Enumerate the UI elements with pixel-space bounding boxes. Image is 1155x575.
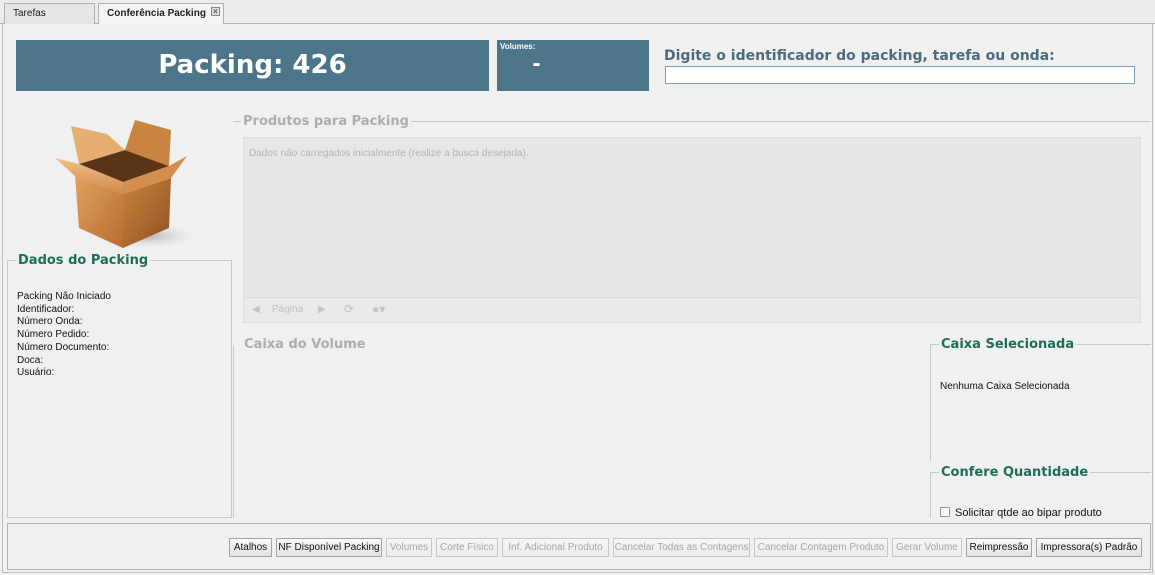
produtos-legend: Produtos para Packing bbox=[243, 114, 409, 129]
solicitar-qtde-checkbox[interactable] bbox=[940, 507, 950, 517]
cancelar-contagem-produto-button[interactable]: Cancelar Contagem Produto bbox=[754, 538, 888, 557]
nf-disponivel-packing-button[interactable]: NF Disponível Packing bbox=[276, 538, 382, 557]
caixa-selecionada-text: Nenhuma Caixa Selecionada bbox=[940, 381, 1070, 392]
grid-pager: ◀ Página ▶ ⟳ ●▾ bbox=[244, 297, 1140, 322]
tab-tarefas-principais[interactable]: Tarefas Principais bbox=[4, 3, 95, 38]
dados-status: Packing Não Iniciado bbox=[17, 291, 111, 302]
atalhos-button[interactable]: Atalhos bbox=[229, 538, 272, 557]
dados-numero-pedido: Número Pedido: bbox=[17, 329, 90, 341]
caixa-volume-panel: Caixa do Volume bbox=[233, 337, 926, 518]
caixa-selecionada-legend: Caixa Selecionada bbox=[941, 337, 1075, 352]
gerar-volume-button[interactable]: Gerar Volume bbox=[892, 538, 962, 557]
reimpressao-button[interactable]: Reimpressão bbox=[966, 538, 1032, 557]
produtos-grid[interactable]: Dados não carregados inicialmente (reali… bbox=[243, 137, 1141, 323]
dados-numero-documento: Número Documento: bbox=[17, 341, 110, 353]
impressoras-padrao-button[interactable]: Impressora(s) Padrão bbox=[1036, 538, 1142, 557]
caixa-volume-legend: Caixa do Volume bbox=[244, 337, 366, 352]
footer-toolbar: Atalhos NF Disponível Packing Volumes Co… bbox=[7, 523, 1151, 570]
dados-numero-onda: Número Onda: bbox=[17, 316, 83, 328]
dados-list: Packing Não Iniciado Identificador: Núme… bbox=[17, 291, 111, 380]
pager-page-label: Página bbox=[272, 304, 304, 315]
grid-empty-message: Dados não carregados inicialmente (reali… bbox=[249, 148, 529, 159]
main-panel: Packing: 426 Volumes: - Digite o identif… bbox=[2, 24, 1153, 573]
dados-usuario: Usuário: bbox=[17, 367, 55, 379]
pager-next-icon[interactable]: ▶ bbox=[318, 304, 326, 315]
search-input[interactable] bbox=[665, 66, 1135, 84]
solicitar-qtde-row[interactable]: Solicitar qtde ao bipar produto bbox=[940, 507, 1102, 519]
dados-packing-legend: Dados do Packing bbox=[18, 253, 149, 268]
confere-quantidade-panel: Confere Quantidade Solicitar qtde ao bip… bbox=[930, 465, 1151, 519]
close-icon[interactable]: × bbox=[211, 7, 220, 16]
search-label: Digite o identificador do packing, taref… bbox=[664, 48, 1055, 64]
options-icon[interactable]: ●▾ bbox=[372, 302, 385, 316]
solicitar-qtde-label: Solicitar qtde ao bipar produto bbox=[955, 507, 1102, 519]
packing-title: Packing: 426 bbox=[16, 40, 489, 91]
volumes-box: Volumes: - bbox=[497, 40, 649, 91]
pager-prev-icon[interactable]: ◀ bbox=[252, 304, 260, 315]
dados-identificador: Identificador: bbox=[17, 303, 75, 315]
dados-doca: Doca: bbox=[17, 354, 44, 366]
tab-label: Conferência Packing bbox=[107, 8, 206, 19]
volumes-value: - bbox=[532, 50, 541, 77]
corte-fisico-button[interactable]: Corte Físico bbox=[436, 538, 498, 557]
box-icon bbox=[55, 120, 193, 248]
caixa-selecionada-panel: Caixa Selecionada Nenhuma Caixa Selecion… bbox=[930, 337, 1151, 461]
cancelar-todas-contagens-button[interactable]: Cancelar Todas as Contagens bbox=[613, 538, 750, 557]
dados-packing-panel: Dados do Packing Packing Não Iniciado Id… bbox=[7, 253, 232, 518]
volumes-button[interactable]: Volumes bbox=[386, 538, 432, 557]
inf-adicional-produto-button[interactable]: Inf. Adicional Produto bbox=[502, 538, 609, 557]
confere-quantidade-legend: Confere Quantidade bbox=[941, 465, 1089, 480]
tab-conferencia-packing[interactable]: Conferência Packing × bbox=[98, 3, 224, 25]
refresh-icon[interactable]: ⟳ bbox=[344, 302, 354, 316]
tab-bar: Tarefas Principais Conferência Packing × bbox=[0, 0, 1155, 38]
